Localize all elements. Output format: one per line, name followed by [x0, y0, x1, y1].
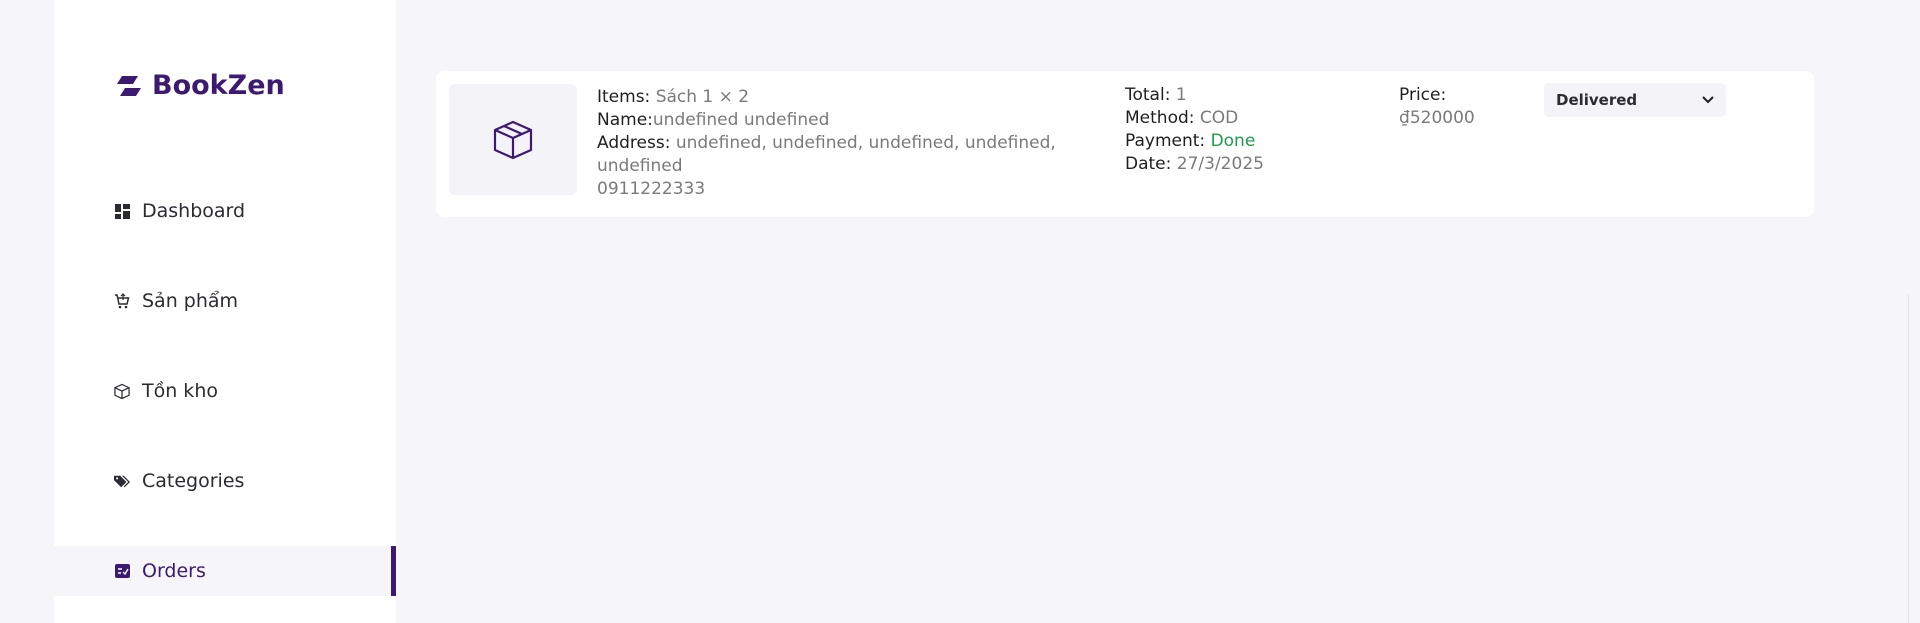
dashboard-icon: [114, 203, 130, 219]
package-icon: [493, 120, 533, 159]
order-method: Method: COD: [1125, 108, 1239, 128]
chevron-down-icon: [1702, 96, 1714, 104]
box-icon: [114, 383, 130, 399]
order-payment-status: Payment: Done: [1125, 131, 1256, 151]
order-items: Items: Sách 1 × 2: [597, 87, 750, 107]
orders-icon: [114, 563, 130, 579]
order-price: Price: ₫520000: [1399, 84, 1475, 130]
order-customer-name: Name:undefined undefined: [597, 110, 830, 130]
page-scrollbar[interactable]: [1908, 0, 1920, 623]
sidebar-item-dashboard[interactable]: Dashboard: [54, 186, 396, 236]
sidebar-item-san-pham[interactable]: Sản phẩm: [54, 276, 396, 326]
order-status-select[interactable]: Delivered: [1544, 83, 1726, 117]
status-selected-value: Delivered: [1556, 91, 1638, 109]
scrollbar-thumb[interactable]: [1908, 295, 1919, 623]
order-phone: 0911222333: [597, 179, 706, 199]
tags-icon: [114, 473, 130, 489]
sidebar-item-categories[interactable]: Categories: [54, 456, 396, 506]
order-address: Address: undefined, undefined, undefined…: [597, 133, 1056, 176]
sidebar-item-orders[interactable]: Orders: [54, 546, 396, 596]
order-date: Date: 27/3/2025: [1125, 154, 1264, 174]
price-value: ₫520000: [1399, 108, 1475, 128]
order-card: Items: Sách 1 × 2 Name:undefined undefin…: [436, 71, 1814, 217]
sidebar-item-label: Dashboard: [142, 200, 246, 222]
brand-name: BookZen: [152, 70, 285, 101]
order-thumbnail: [449, 84, 577, 195]
order-payment-info: Total: 1 Method: COD Payment: Done Date:…: [1125, 84, 1264, 176]
brand-logo[interactable]: BookZen: [114, 70, 285, 101]
sidebar-item-label: Orders: [142, 560, 206, 582]
sidebar: BookZen Dashboard Sản phẩm Tồn kho Categ…: [54, 0, 396, 623]
sidebar-item-label: Tồn kho: [142, 380, 218, 402]
sidebar-item-label: Categories: [142, 470, 245, 492]
sidebar-item-ton-kho[interactable]: Tồn kho: [54, 366, 396, 416]
order-total: Total: 1: [1125, 85, 1187, 105]
price-label: Price:: [1399, 85, 1447, 105]
cart-icon: [114, 293, 130, 309]
bookzen-logo-icon: [117, 75, 141, 96]
sidebar-item-label: Sản phẩm: [142, 290, 239, 312]
order-details: Items: Sách 1 × 2 Name:undefined undefin…: [597, 86, 1067, 201]
